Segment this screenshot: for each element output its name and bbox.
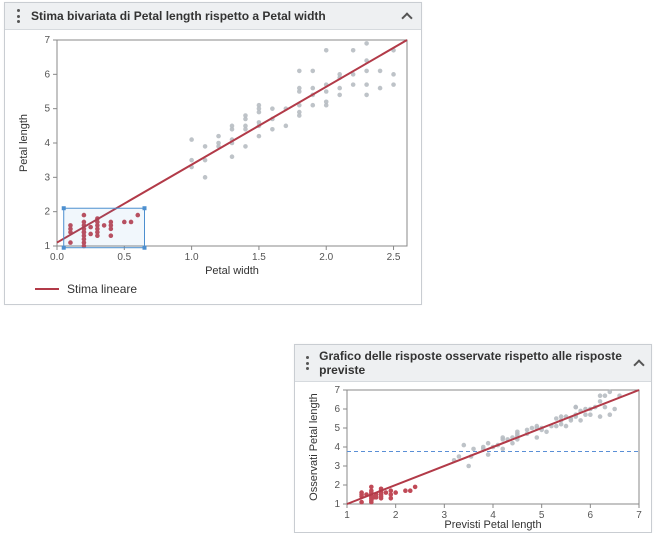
svg-text:1.0: 1.0 (185, 252, 199, 263)
svg-text:2: 2 (334, 480, 340, 491)
svg-text:4: 4 (334, 442, 340, 453)
svg-text:5: 5 (44, 104, 50, 115)
svg-text:5: 5 (334, 423, 340, 434)
panel-header[interactable]: Stima bivariata di Petal length rispetto… (5, 3, 421, 30)
svg-text:2.0: 2.0 (319, 252, 333, 263)
svg-text:7: 7 (334, 385, 340, 396)
kebab-icon[interactable] (301, 354, 313, 372)
svg-text:3: 3 (44, 172, 50, 183)
svg-text:2: 2 (44, 207, 50, 218)
panel-header[interactable]: Grafico delle risposte osservate rispett… (295, 345, 651, 382)
svg-text:6: 6 (334, 404, 340, 415)
svg-text:3: 3 (334, 461, 340, 472)
svg-text:7: 7 (636, 510, 642, 521)
legend-line-icon (35, 288, 59, 290)
svg-text:4: 4 (44, 138, 50, 149)
svg-text:Petal width: Petal width (205, 265, 259, 277)
obs-pred-plot[interactable]: 12345671234567Previsti Petal lengthOsser… (295, 382, 651, 532)
kebab-icon[interactable] (11, 7, 25, 25)
svg-text:7: 7 (44, 35, 50, 46)
svg-text:2: 2 (393, 510, 399, 521)
svg-text:1: 1 (44, 241, 50, 252)
svg-text:Previsti Petal length: Previsti Petal length (444, 519, 541, 531)
panel-title: Grafico delle risposte osservate rispett… (319, 349, 625, 377)
bivariate-panel: Stima bivariata di Petal length rispetto… (4, 2, 422, 305)
svg-text:0.0: 0.0 (50, 252, 64, 263)
chevron-up-icon[interactable] (631, 355, 645, 371)
obs-pred-panel: Grafico delle risposte osservate rispett… (294, 344, 652, 533)
svg-text:2.5: 2.5 (387, 252, 401, 263)
svg-text:Petal length: Petal length (18, 114, 30, 172)
panel-title: Stima bivariata di Petal length rispetto… (31, 9, 326, 23)
svg-text:1: 1 (344, 510, 350, 521)
svg-text:Osservati Petal length: Osservati Petal length (308, 393, 320, 501)
legend-label: Stima lineare (67, 282, 137, 296)
svg-text:6: 6 (588, 510, 594, 521)
legend: Stima lineare (5, 278, 421, 304)
svg-text:0.5: 0.5 (117, 252, 131, 263)
svg-text:6: 6 (44, 69, 50, 80)
chevron-up-icon[interactable] (399, 8, 415, 24)
svg-text:1: 1 (334, 499, 340, 510)
bivariate-plot[interactable]: 0.0 0.5 1.0 1.5 2.0 2.5 1 2 3 4 5 6 7 Petal width Peta… (5, 30, 421, 278)
svg-text:1.5: 1.5 (252, 252, 266, 263)
